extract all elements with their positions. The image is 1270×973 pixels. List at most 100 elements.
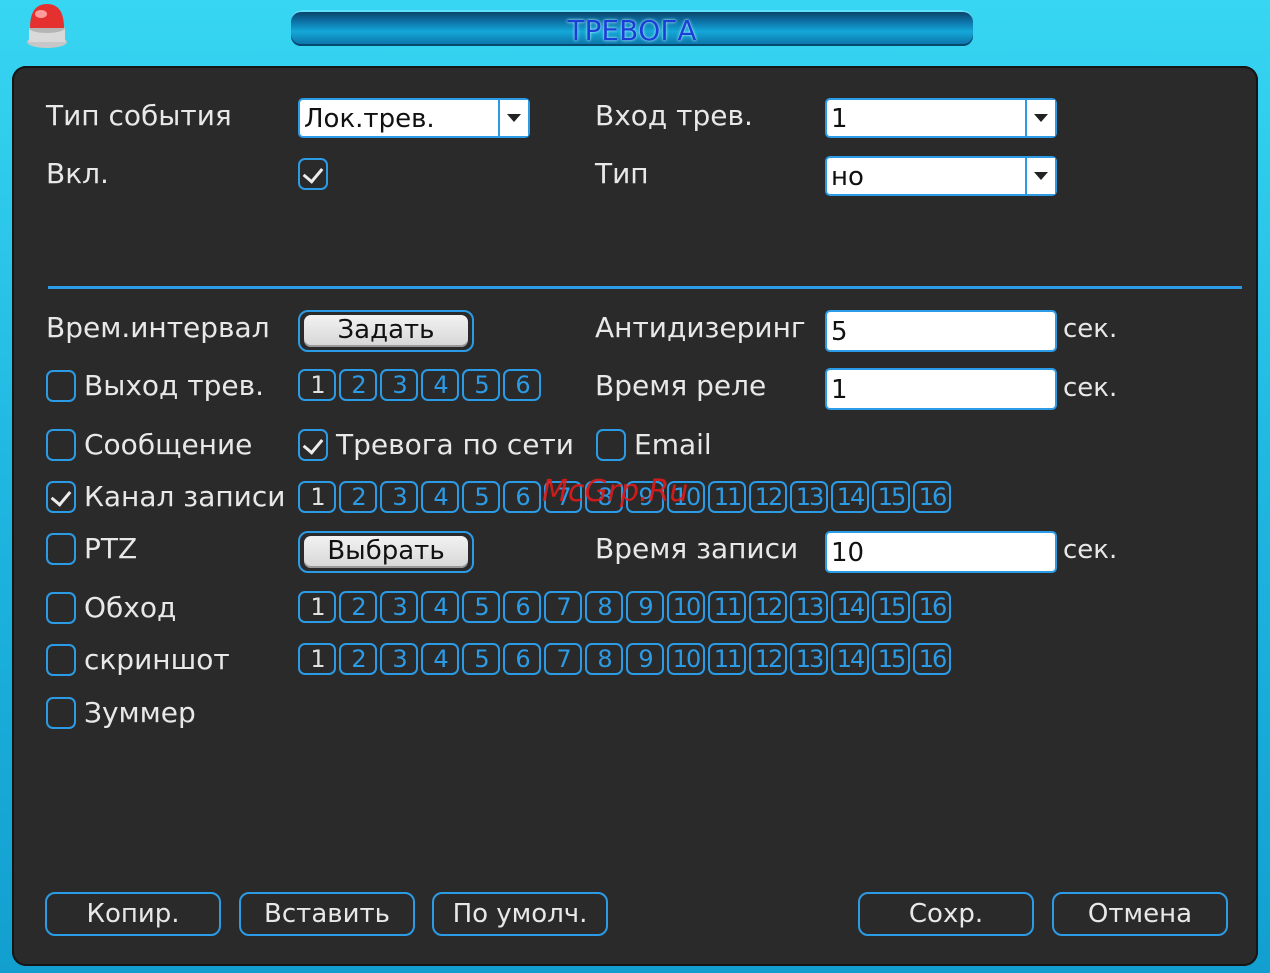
channel-9-toggle[interactable]: 9 xyxy=(626,643,664,675)
set-period-button-label: Задать xyxy=(337,315,435,345)
type-label: Тип xyxy=(595,157,649,190)
alarm-out-label: Выход трев. xyxy=(84,369,264,402)
event-type-value: Лок.трев. xyxy=(304,104,435,134)
channel-16-toggle[interactable]: 16 xyxy=(913,643,951,675)
channel-12-toggle[interactable]: 12 xyxy=(749,643,787,675)
channel-3-toggle[interactable]: 3 xyxy=(380,591,418,623)
channel-11-toggle[interactable]: 11 xyxy=(708,643,746,675)
set-period-button[interactable]: Задать xyxy=(298,310,474,352)
buzzer-checkbox[interactable] xyxy=(46,697,76,729)
debounce-input[interactable]: 5 xyxy=(825,310,1057,352)
channel-13-toggle[interactable]: 13 xyxy=(790,591,828,623)
event-type-select[interactable]: Лок.трев. xyxy=(298,98,530,138)
channel-11-toggle[interactable]: 11 xyxy=(708,481,746,513)
ptz-label: PTZ xyxy=(84,532,138,565)
title-bar: ТРЕВОГА xyxy=(291,10,973,47)
record-time-unit: сек. xyxy=(1063,535,1118,565)
record-channel-label: Канал записи xyxy=(84,480,286,513)
channel-12-toggle[interactable]: 12 xyxy=(749,591,787,623)
relay-time-input[interactable]: 1 xyxy=(825,368,1057,410)
enable-checkbox[interactable] xyxy=(298,158,328,190)
chevron-down-icon[interactable] xyxy=(498,100,528,136)
channel-10-toggle[interactable]: 10 xyxy=(667,591,705,623)
channel-12-toggle[interactable]: 12 xyxy=(749,481,787,513)
channel-3-toggle[interactable]: 3 xyxy=(380,643,418,675)
channel-6-toggle[interactable]: 6 xyxy=(503,369,541,401)
relay-time-label: Время реле xyxy=(595,369,767,402)
type-value: но xyxy=(831,162,864,192)
channel-5-toggle[interactable]: 5 xyxy=(462,369,500,401)
buzzer-label: Зуммер xyxy=(84,696,196,729)
default-button[interactable]: По умолч. xyxy=(432,892,608,936)
channel-5-toggle[interactable]: 5 xyxy=(462,481,500,513)
channel-2-toggle[interactable]: 2 xyxy=(339,591,377,623)
channel-10-toggle[interactable]: 10 xyxy=(667,643,705,675)
net-alarm-label: Тревога по сети xyxy=(336,428,574,461)
type-select[interactable]: но xyxy=(825,156,1057,196)
channel-15-toggle[interactable]: 15 xyxy=(872,643,910,675)
save-button[interactable]: Сохр. xyxy=(858,892,1034,936)
channel-7-toggle[interactable]: 7 xyxy=(544,591,582,623)
record-time-input[interactable]: 10 xyxy=(825,531,1057,573)
channel-1-toggle[interactable]: 1 xyxy=(298,481,336,513)
channel-3-toggle[interactable]: 3 xyxy=(380,369,418,401)
channel-16-toggle[interactable]: 16 xyxy=(913,591,951,623)
channel-8-toggle[interactable]: 8 xyxy=(585,643,623,675)
debounce-label: Антидизеринг xyxy=(595,311,806,344)
channel-15-toggle[interactable]: 15 xyxy=(872,481,910,513)
record-time-label: Время записи xyxy=(595,532,799,565)
channel-14-toggle[interactable]: 14 xyxy=(831,481,869,513)
channel-2-toggle[interactable]: 2 xyxy=(339,481,377,513)
channel-4-toggle[interactable]: 4 xyxy=(421,369,459,401)
channel-1-toggle[interactable]: 1 xyxy=(298,591,336,623)
paste-button[interactable]: Вставить xyxy=(239,892,415,936)
channel-5-toggle[interactable]: 5 xyxy=(462,591,500,623)
snapshot-checkbox[interactable] xyxy=(46,644,76,676)
channel-1-toggle[interactable]: 1 xyxy=(298,643,336,675)
channel-2-toggle[interactable]: 2 xyxy=(339,369,377,401)
alarm-out-checkbox[interactable] xyxy=(46,370,76,402)
ptz-select-button[interactable]: Выбрать xyxy=(298,531,474,573)
cancel-button[interactable]: Отмена xyxy=(1052,892,1228,936)
net-alarm-checkbox[interactable] xyxy=(298,429,328,461)
email-label: Email xyxy=(634,428,712,461)
channel-14-toggle[interactable]: 14 xyxy=(831,643,869,675)
event-type-label: Тип события xyxy=(46,99,232,132)
relay-time-unit: сек. xyxy=(1063,373,1118,403)
chevron-down-icon[interactable] xyxy=(1025,100,1055,136)
alarm-out-channels: 123456 xyxy=(298,369,541,401)
channel-6-toggle[interactable]: 6 xyxy=(503,643,541,675)
tour-checkbox[interactable] xyxy=(46,592,76,624)
alarm-input-select[interactable]: 1 xyxy=(825,98,1057,138)
record-channel-checkbox[interactable] xyxy=(46,481,76,513)
channel-1-toggle[interactable]: 1 xyxy=(298,369,336,401)
ptz-checkbox[interactable] xyxy=(46,533,76,565)
channel-13-toggle[interactable]: 13 xyxy=(790,643,828,675)
channel-4-toggle[interactable]: 4 xyxy=(421,643,459,675)
message-label: Сообщение xyxy=(84,428,253,461)
channel-6-toggle[interactable]: 6 xyxy=(503,591,541,623)
channel-16-toggle[interactable]: 16 xyxy=(913,481,951,513)
channel-7-toggle[interactable]: 7 xyxy=(544,643,582,675)
channel-11-toggle[interactable]: 11 xyxy=(708,591,746,623)
message-checkbox[interactable] xyxy=(46,429,76,461)
cancel-button-label: Отмена xyxy=(1087,899,1193,929)
channel-3-toggle[interactable]: 3 xyxy=(380,481,418,513)
channel-8-toggle[interactable]: 8 xyxy=(585,591,623,623)
alarm-input-label: Вход трев. xyxy=(595,99,753,132)
channel-4-toggle[interactable]: 4 xyxy=(421,481,459,513)
copy-button[interactable]: Копир. xyxy=(45,892,221,936)
alarm-light-icon xyxy=(27,4,67,48)
channel-13-toggle[interactable]: 13 xyxy=(790,481,828,513)
debounce-unit: сек. xyxy=(1063,314,1118,344)
channel-15-toggle[interactable]: 15 xyxy=(872,591,910,623)
channel-9-toggle[interactable]: 9 xyxy=(626,591,664,623)
channel-2-toggle[interactable]: 2 xyxy=(339,643,377,675)
email-checkbox[interactable] xyxy=(596,429,626,461)
chevron-down-icon[interactable] xyxy=(1025,158,1055,194)
channel-4-toggle[interactable]: 4 xyxy=(421,591,459,623)
channel-6-toggle[interactable]: 6 xyxy=(503,481,541,513)
channel-14-toggle[interactable]: 14 xyxy=(831,591,869,623)
default-button-label: По умолч. xyxy=(452,899,588,929)
channel-5-toggle[interactable]: 5 xyxy=(462,643,500,675)
